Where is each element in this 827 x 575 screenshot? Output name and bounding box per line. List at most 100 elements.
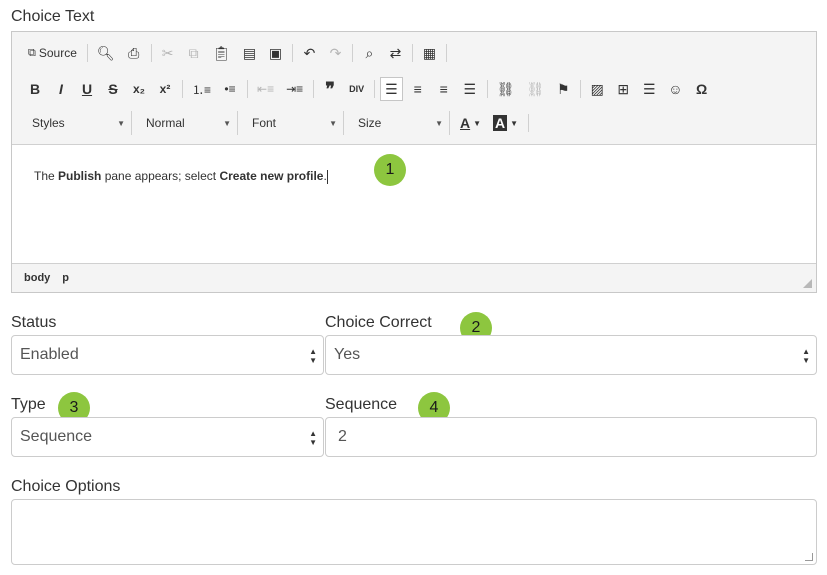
sequence-input[interactable]: 2 [325,417,817,457]
chevron-down-icon: ▼ [223,118,231,128]
toolbar-separator [292,44,294,62]
content-text: The [34,169,59,183]
image-icon[interactable]: ▨ [586,77,608,101]
smiley-icon[interactable]: ☺ [664,77,686,101]
toolbar-separator [446,44,448,62]
source-button[interactable]: ⧉ Source [24,41,81,65]
link-icon[interactable]: ⛓ [493,77,519,101]
callout-badge-1: 1 [374,154,406,186]
toolbar-separator [374,80,376,98]
toolbar-row-2: B I U S x₂ x² ⒈≡ •≡ ⇤≡ ⇥≡ ❞ DIV ☰ ≡ ≡ ☰ … [24,76,717,102]
content-text: pane appears; select [101,169,220,183]
choice-correct-label: Choice Correct [325,314,432,331]
content-bold-text: Create new profile [219,169,324,183]
templates-icon[interactable]: ▦ [418,41,440,65]
text-color-icon: A [460,115,471,131]
toolbar-separator [150,44,152,62]
find-icon[interactable]: ⌕ [358,41,380,65]
toolbar-row-1: ⧉ Source 🔍︎ ⎙ ✂ ⧉ 📋︎ ▤ ▣ ↶ ↷ ⌕ ⇄ ▦ [24,40,452,66]
format-dropdown[interactable]: Normal ▼ [138,111,238,135]
select-arrows-icon: ▲ ▼ [309,429,317,447]
background-color-button[interactable]: A ▼ [489,111,522,135]
size-dropdown[interactable]: Size ▼ [350,111,450,135]
special-character-icon[interactable]: Ω [691,77,713,101]
select-arrows-icon: ▲ ▼ [802,347,810,365]
toolbar-separator [86,44,88,62]
size-dropdown-label: Size [358,116,382,130]
toolbar-separator [486,80,488,98]
text-color-button[interactable]: A ▼ [456,111,485,135]
paste-word-icon[interactable]: ▣ [264,41,286,65]
align-left-icon[interactable]: ☰ [380,77,403,101]
choice-correct-select[interactable]: Yes ▲ ▼ [325,335,817,375]
underline-icon[interactable]: U [76,77,98,101]
strikethrough-icon[interactable]: S [102,77,124,101]
toolbar-separator [412,44,414,62]
cut-icon[interactable]: ✂ [157,41,179,65]
create-div-icon[interactable]: DIV [345,77,368,101]
format-dropdown-label: Normal [146,116,185,130]
chevron-down-icon: ▼ [117,118,125,128]
background-color-icon: A [493,115,508,131]
chevron-down-icon: ▼ [473,118,482,128]
toolbar-separator [182,80,183,98]
table-icon[interactable]: ⊞ [612,77,634,101]
align-center-icon[interactable]: ≡ [407,77,429,101]
copy-icon[interactable]: ⧉ [183,41,205,65]
choice-text-label: Choice Text [11,8,95,25]
resize-handle-icon[interactable] [803,279,812,288]
editor-content[interactable]: The Publish pane appears; select Create … [34,169,328,184]
choice-correct-select-value: Yes [334,346,361,363]
italic-icon[interactable]: I [50,77,72,101]
numbered-list-icon[interactable]: ⒈≡ [188,77,215,101]
sequence-input-value: 2 [338,428,347,445]
undo-icon[interactable]: ↶ [298,41,320,65]
status-label: Status [11,314,57,331]
print-icon[interactable]: ⎙ [123,41,145,65]
decrease-indent-icon[interactable]: ⇤≡ [253,77,278,101]
element-path-body[interactable]: body [24,272,50,284]
textarea-resize-icon[interactable] [805,553,813,561]
source-icon: ⧉ [28,46,36,59]
text-cursor [326,169,328,184]
paste-icon[interactable]: 📋︎ [209,41,235,65]
status-select[interactable]: Enabled ▲ ▼ [11,335,324,375]
superscript-icon[interactable]: x² [154,77,176,101]
element-path-p[interactable]: p [62,272,69,284]
choice-options-label: Choice Options [11,478,121,495]
chevron-down-icon: ▼ [510,118,519,128]
chevron-down-icon: ▼ [329,118,337,128]
unlink-icon[interactable]: ⛓ [523,77,549,101]
paste-text-icon[interactable]: ▤ [238,41,260,65]
toolbar-separator [313,80,315,98]
redo-icon[interactable]: ↷ [324,41,346,65]
blockquote-icon[interactable]: ❞ [319,77,341,101]
rich-text-editor: ⧉ Source 🔍︎ ⎙ ✂ ⧉ 📋︎ ▤ ▣ ↶ ↷ ⌕ ⇄ ▦ B I U… [11,31,817,293]
bold-icon[interactable]: B [24,77,46,101]
chevron-down-icon: ▼ [435,118,443,128]
toolbar-separator [247,80,249,98]
status-select-value: Enabled [20,346,79,363]
horizontal-line-icon[interactable]: ☰ [638,77,660,101]
type-select[interactable]: Sequence ▲ ▼ [11,417,324,457]
toolbar-separator [528,114,530,132]
editor-toolbar: ⧉ Source 🔍︎ ⎙ ✂ ⧉ 📋︎ ▤ ▣ ↶ ↷ ⌕ ⇄ ▦ B I U… [12,32,816,145]
styles-dropdown[interactable]: Styles ▼ [24,111,132,135]
align-right-icon[interactable]: ≡ [433,77,455,101]
choice-options-textarea[interactable] [11,499,817,565]
bulleted-list-icon[interactable]: •≡ [219,77,241,101]
toolbar-separator [580,80,582,98]
toolbar-separator [352,44,354,62]
font-dropdown[interactable]: Font ▼ [244,111,344,135]
type-label: Type [11,396,46,413]
font-dropdown-label: Font [252,116,277,130]
anchor-icon[interactable]: ⚑ [552,77,574,101]
increase-indent-icon[interactable]: ⇥≡ [282,77,307,101]
select-arrows-icon: ▲ ▼ [309,347,317,365]
replace-icon[interactable]: ⇄ [384,41,406,65]
subscript-icon[interactable]: x₂ [128,77,150,101]
align-justify-icon[interactable]: ☰ [459,77,481,101]
preview-icon[interactable]: 🔍︎ [93,41,119,65]
styles-dropdown-label: Styles [32,116,65,130]
content-bold-text: Publish [58,169,102,183]
